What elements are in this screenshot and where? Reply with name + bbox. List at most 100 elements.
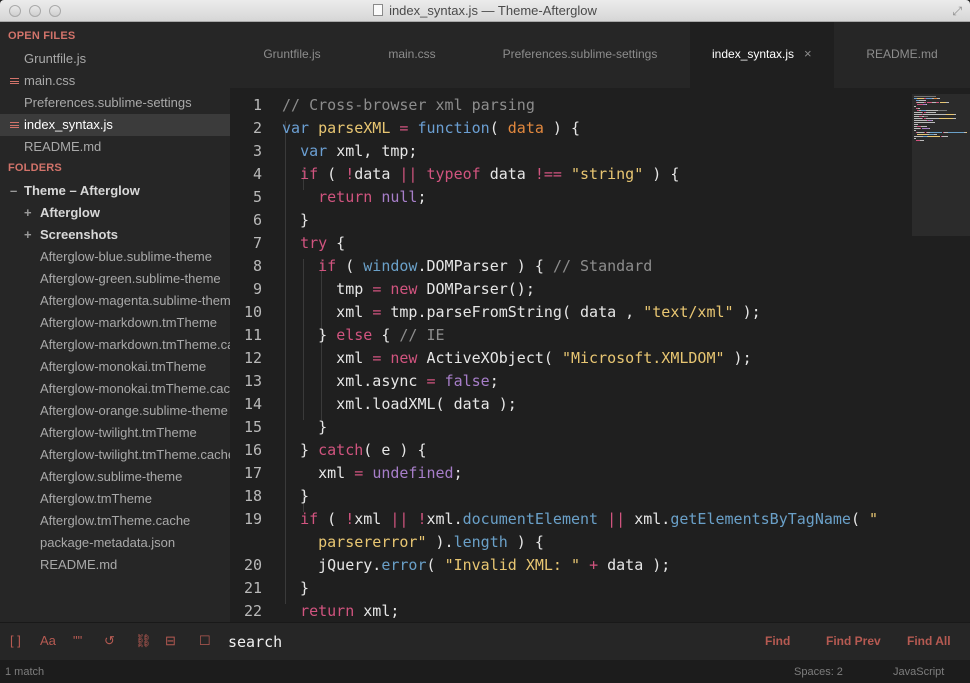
- minimap[interactable]: [912, 94, 970, 236]
- find-all-button[interactable]: Find All: [907, 634, 951, 648]
- tab-item[interactable]: index_syntax.js ×: [690, 22, 834, 88]
- file-item[interactable]: Afterglow-green.sublime-theme: [0, 268, 230, 290]
- close-tab-icon[interactable]: ×: [804, 22, 812, 86]
- minimap-token: [924, 102, 926, 103]
- code-token: length: [453, 533, 508, 551]
- fullscreen-icon[interactable]: ⤢: [952, 4, 962, 19]
- line-number: 9: [252, 280, 262, 298]
- tab-label: main.css: [388, 47, 436, 61]
- find-button[interactable]: Find: [765, 634, 790, 648]
- line-number: 14: [243, 395, 262, 413]
- code-token: "text/xml": [643, 303, 734, 321]
- file-item[interactable]: package-metadata.json: [0, 532, 230, 554]
- tab-item[interactable]: main.css: [354, 22, 470, 88]
- editor[interactable]: 1 2 3 4 5 6 7 8 9 10 11 12 13 14 15 16 17 18 19 20 21 22 // C…: [230, 88, 970, 622]
- file-item[interactable]: Afterglow-twilight.tmTheme: [0, 422, 230, 444]
- tab-item[interactable]: Preferences.sublime-settings: [470, 22, 690, 88]
- code-token: ": [869, 510, 879, 528]
- line-number: 8: [252, 257, 262, 275]
- line-number: 5: [252, 188, 262, 206]
- syntax-status[interactable]: JavaScript: [893, 666, 944, 678]
- in-selection-toggle[interactable]: ⛓: [135, 633, 152, 649]
- code-token: // Standard: [552, 257, 653, 275]
- code-line: var xml, tmp;: [282, 140, 417, 163]
- open-file-item[interactable]: index_syntax.js: [0, 114, 230, 136]
- code-line: } else { // IE: [282, 324, 445, 347]
- tab-item[interactable]: README.md: [834, 22, 970, 88]
- expand-icon: +: [24, 227, 32, 242]
- code-token: // IE: [399, 326, 445, 344]
- whole-word-toggle[interactable]: "": [73, 633, 82, 648]
- code-token: ActiveXObject(: [417, 349, 562, 367]
- file-item[interactable]: Afterglow-markdown.tmTheme.cache: [0, 334, 230, 356]
- line-number: 22: [243, 602, 262, 620]
- minimap-token: [924, 116, 929, 117]
- code-token: }: [282, 418, 328, 436]
- code-line: } catch( e ) {: [282, 439, 426, 462]
- file-item[interactable]: Afterglow-magenta.sublime-theme: [0, 290, 230, 312]
- code-token: tmp.parseFromString( data ,: [381, 303, 644, 321]
- code-token: data: [480, 165, 535, 183]
- file-item[interactable]: Afterglow-markdown.tmTheme: [0, 312, 230, 334]
- code-token: xml: [354, 510, 391, 528]
- subfolder-item[interactable]: + Afterglow: [0, 202, 230, 224]
- unsaved-icon: [10, 122, 19, 128]
- code-token: =: [372, 280, 382, 298]
- open-file-item[interactable]: README.md: [0, 136, 230, 158]
- file-label: Afterglow-markdown.tmTheme.cache: [40, 337, 230, 352]
- code-line: parsererror" ).length ) {: [282, 531, 544, 554]
- open-file-item[interactable]: Gruntfile.js: [0, 48, 230, 70]
- open-file-item[interactable]: main.css: [0, 70, 230, 92]
- preserve-case-toggle[interactable]: ☐: [199, 633, 211, 649]
- minimap-token: [926, 104, 927, 105]
- code-token: !: [345, 510, 355, 528]
- folder-root[interactable]: – Theme – Afterglow: [0, 180, 230, 202]
- code-token: undefined: [372, 464, 454, 482]
- file-item[interactable]: Afterglow-monokai.tmTheme: [0, 356, 230, 378]
- code-line: if ( !xml || !xml.documentElement || xml…: [282, 508, 878, 531]
- code-token: xml: [282, 303, 373, 321]
- case-sensitive-toggle[interactable]: Aa: [40, 633, 56, 648]
- code-line: xml = tmp.parseFromString( data , "text/…: [282, 301, 760, 324]
- code-line: }: [282, 577, 309, 600]
- tab-label: Gruntfile.js: [263, 47, 321, 61]
- minimap-token: [926, 112, 937, 113]
- wrap-toggle[interactable]: ↺: [104, 633, 115, 649]
- subfolder-item[interactable]: + Screenshots: [0, 224, 230, 246]
- minimap-token: [914, 124, 918, 125]
- file-item[interactable]: Afterglow-monokai.tmTheme.cache: [0, 378, 230, 400]
- file-item[interactable]: Afterglow-twilight.tmTheme.cache: [0, 444, 230, 466]
- minimap-token: [921, 126, 927, 127]
- code-token: ": [417, 533, 427, 551]
- file-item[interactable]: Afterglow-orange.sublime-theme: [0, 400, 230, 422]
- minimap-token: [954, 114, 957, 115]
- code-token: else: [336, 326, 373, 344]
- minimap-token: [914, 120, 927, 121]
- regex-toggle[interactable]: [ ]: [10, 633, 21, 648]
- code-line: try {: [282, 232, 345, 255]
- file-item[interactable]: README.md: [0, 554, 230, 576]
- code-token: ;: [489, 372, 499, 390]
- code-token: window: [363, 257, 418, 275]
- file-item[interactable]: Afterglow.tmTheme: [0, 488, 230, 510]
- file-item[interactable]: Afterglow.tmTheme.cache: [0, 510, 230, 532]
- file-item[interactable]: Afterglow-blue.sublime-theme: [0, 246, 230, 268]
- code-token: (: [336, 257, 364, 275]
- file-item[interactable]: Afterglow.sublime-theme: [0, 466, 230, 488]
- indentation-status[interactable]: Spaces: 2: [794, 666, 843, 678]
- code-token: (: [318, 165, 346, 183]
- code-token: (: [489, 119, 508, 137]
- minimap-token: [938, 118, 954, 119]
- highlight-matches-toggle[interactable]: ⊟: [165, 633, 176, 649]
- open-file-item[interactable]: Preferences.sublime-settings: [0, 92, 230, 114]
- tab-item[interactable]: Gruntfile.js: [230, 22, 354, 88]
- search-input[interactable]: [228, 630, 728, 654]
- find-prev-button[interactable]: Find Prev: [826, 634, 881, 648]
- folders-header: FOLDERS: [8, 162, 62, 174]
- code-token: =: [372, 349, 382, 367]
